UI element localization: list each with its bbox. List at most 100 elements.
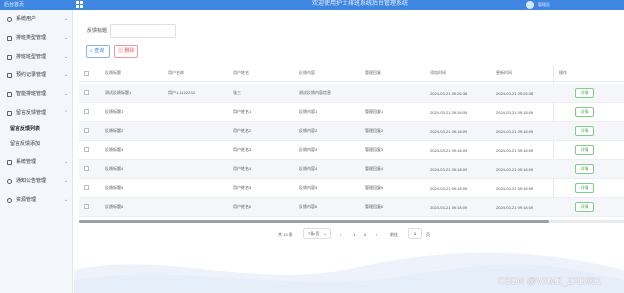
sidebar-item-feedback[interactable]: 留言反馈管理 ⌃ xyxy=(0,104,73,124)
sidebar-item-schedule-type[interactable]: 排班类型管理 ⌄ xyxy=(0,29,73,49)
home-link[interactable]: 后台首页 xyxy=(4,1,68,9)
detail-button[interactable]: 详情 xyxy=(575,88,594,98)
table-row[interactable]: 测试反馈标题1 用户1-1122233 张三 测试反馈内容信息 2024-03-21 0… xyxy=(79,84,624,103)
prev-page-button[interactable]: ‹ xyxy=(340,230,341,240)
detail-button[interactable]: 详情 xyxy=(575,202,594,212)
select-all-checkbox[interactable] xyxy=(84,71,89,76)
cell-title: 反馈标题4 xyxy=(105,166,124,171)
row-checkbox[interactable] xyxy=(84,166,89,171)
column-header[interactable]: 用户姓名 xyxy=(233,65,249,81)
table-header: 反馈标题 用户名称 用户姓名 反馈内容 管理回复 添加时间 更新时间 操作 xyxy=(79,65,624,82)
scrollbar-thumb[interactable] xyxy=(79,220,549,223)
row-checkbox[interactable] xyxy=(84,204,89,209)
table-row[interactable]: 反馈标题3 用户姓名3 反馈内容3 管理回复3 2024-03-21 09:18:09 2… xyxy=(79,141,624,160)
table-row[interactable]: 反馈标题1 用户姓名1 反馈内容1 管理回复1 2024-03-21 09:18:09 2… xyxy=(79,103,624,122)
search-button-label: 查询 xyxy=(94,48,105,54)
table-row[interactable]: 反馈标题5 用户姓名5 反馈内容5 管理回复5 2024-03-21 09:18:09 2… xyxy=(79,179,624,198)
cell-reply: 管理回复2 xyxy=(365,128,384,133)
sidebar-item-shift-type[interactable]: 排班班型管理 ⌄ xyxy=(0,48,73,68)
cell-title: 反馈标题1 xyxy=(105,109,124,114)
row-checkbox[interactable] xyxy=(84,128,89,133)
detail-button[interactable]: 详情 xyxy=(575,126,594,136)
username[interactable]: 管理员 xyxy=(538,1,550,9)
cell-reply: 管理回复4 xyxy=(365,166,384,171)
chevron-down-icon: ⌄ xyxy=(64,159,69,165)
column-header[interactable]: 用户名称 xyxy=(168,65,184,81)
column-header[interactable]: 添加时间 xyxy=(430,65,446,81)
cell-real-name: 用户姓名2 xyxy=(233,128,252,133)
cell-content: 反馈内容5 xyxy=(299,185,318,190)
page-number[interactable]: 1 xyxy=(353,230,355,240)
sidebar-subitem-feedback-add[interactable]: 留言反馈添加 xyxy=(0,139,73,149)
detail-button[interactable]: 详情 xyxy=(575,183,594,193)
cell-title: 反馈标题6 xyxy=(105,204,124,209)
row-checkbox[interactable] xyxy=(84,109,89,114)
table-row[interactable]: 反馈标题2 用户姓名2 反馈内容2 管理回复2 2024-03-21 09:18:09 2… xyxy=(79,122,624,141)
search-label: 反馈标题 xyxy=(87,28,108,34)
column-header[interactable]: 反馈内容 xyxy=(299,65,315,81)
cell-title: 反馈标题3 xyxy=(105,147,124,152)
cell-created: 2024-03-21 09:18:09 xyxy=(430,204,468,210)
search-button[interactable]: ⌕ 查询 xyxy=(86,45,110,58)
column-header[interactable]: 反馈标题 xyxy=(105,65,121,81)
detail-button[interactable]: 详情 xyxy=(575,164,594,174)
cell-updated: 2024-03-21 09:18:09 xyxy=(496,147,534,153)
cell-updated: 2024-03-21 09:18:09 xyxy=(496,166,534,172)
sidebar-subitem-label: 留言反馈列表 xyxy=(10,126,41,132)
sidebar-item-label: 智能排班管理 xyxy=(16,91,47,97)
cell-created: 2024-03-21 09:18:09 xyxy=(430,128,468,134)
cell-title: 测试反馈标题1 xyxy=(105,90,132,95)
file-icon xyxy=(7,92,12,97)
chevron-down-icon: ⌄ xyxy=(64,178,69,184)
menu-grid-icon[interactable] xyxy=(76,1,83,8)
detail-button[interactable]: 详情 xyxy=(575,145,594,155)
watermark-text: CSDN @VXMZ_ZXD001 xyxy=(498,276,602,286)
row-checkbox[interactable] xyxy=(84,147,89,152)
sidebar-item-smart-schedule[interactable]: 智能排班管理 ⌄ xyxy=(0,85,73,105)
delete-button-label: 删除 xyxy=(124,48,135,54)
cell-created: 2024-03-21 09:18:09 xyxy=(430,147,468,153)
column-header[interactable]: 更新时间 xyxy=(496,65,512,81)
cell-created: 2024-03-21 09:18:09 xyxy=(430,109,468,115)
avatar[interactable] xyxy=(526,1,534,9)
table-row[interactable]: 反馈标题6 用户姓名6 反馈内容6 管理回复6 2024-03-21 09:18:09 2… xyxy=(79,198,624,217)
cell-real-name: 用户姓名5 xyxy=(233,185,252,190)
chevron-down-icon: ⌄ xyxy=(64,35,69,41)
next-page-button[interactable]: › xyxy=(376,230,377,240)
cell-updated: 2024-03-21 09:18:09 xyxy=(496,109,534,115)
feedback-table: 反馈标题 用户名称 用户姓名 反馈内容 管理回复 添加时间 更新时间 操作 测试… xyxy=(79,65,624,225)
column-header[interactable]: 管理回复 xyxy=(365,65,381,81)
delete-button[interactable]: ▥ 删除 xyxy=(114,45,138,58)
horizontal-scrollbar[interactable] xyxy=(79,220,624,223)
sidebar-item-system-admin[interactable]: 系统管理 ⌄ xyxy=(0,153,73,173)
row-checkbox[interactable] xyxy=(84,90,89,95)
goto-label: 前往 xyxy=(390,232,398,237)
goto-page-input[interactable] xyxy=(408,228,422,239)
sidebar: 系统用户 ⌄ 排班类型管理 ⌄ 排班班型管理 ⌄ 预约记录管理 ⌄ 智能排班管理… xyxy=(0,10,73,293)
file-icon xyxy=(7,111,12,116)
cell-updated: 2024-03-21 09:18:09 xyxy=(496,185,534,191)
sidebar-subitem-feedback-list[interactable]: 留言反馈列表 xyxy=(0,124,73,134)
sidebar-item-appointments[interactable]: 预约记录管理 ⌄ xyxy=(0,66,73,86)
detail-button[interactable]: 详情 xyxy=(575,107,594,117)
cell-real-name: 用户姓名3 xyxy=(233,147,252,152)
sidebar-item-label: 资源管理 xyxy=(16,197,37,203)
table-row[interactable]: 反馈标题4 用户姓名4 反馈内容4 管理回复4 2024-03-21 09:18:09 2… xyxy=(79,160,624,179)
trash-icon: ▥ xyxy=(118,48,124,54)
sidebar-item-label: 系统用户 xyxy=(16,16,37,22)
row-checkbox[interactable] xyxy=(84,185,89,190)
sidebar-item-notices[interactable]: 通知公告管理 ⌄ xyxy=(0,172,73,192)
search-icon: ⌕ xyxy=(90,48,93,54)
chevron-down-icon: ⌄ xyxy=(64,72,69,78)
page-size-select[interactable]: 7条/页 ⌄ xyxy=(303,228,331,239)
cell-created: 2024-03-21 09:18:09 xyxy=(430,166,468,172)
search-input[interactable] xyxy=(110,24,176,38)
sidebar-item-system-users[interactable]: 系统用户 ⌄ xyxy=(0,10,73,30)
page-number-current[interactable]: 2 xyxy=(364,230,366,240)
cell-real-name: 张三 xyxy=(233,90,241,95)
cell-created: 2024-03-21 09:18:09 xyxy=(430,185,468,191)
sidebar-item-resources[interactable]: 资源管理 ⌄ xyxy=(0,191,73,211)
cell-real-name: 用户姓名6 xyxy=(233,204,252,209)
file-icon xyxy=(7,36,12,41)
cell-title: 反馈标题5 xyxy=(105,185,124,190)
